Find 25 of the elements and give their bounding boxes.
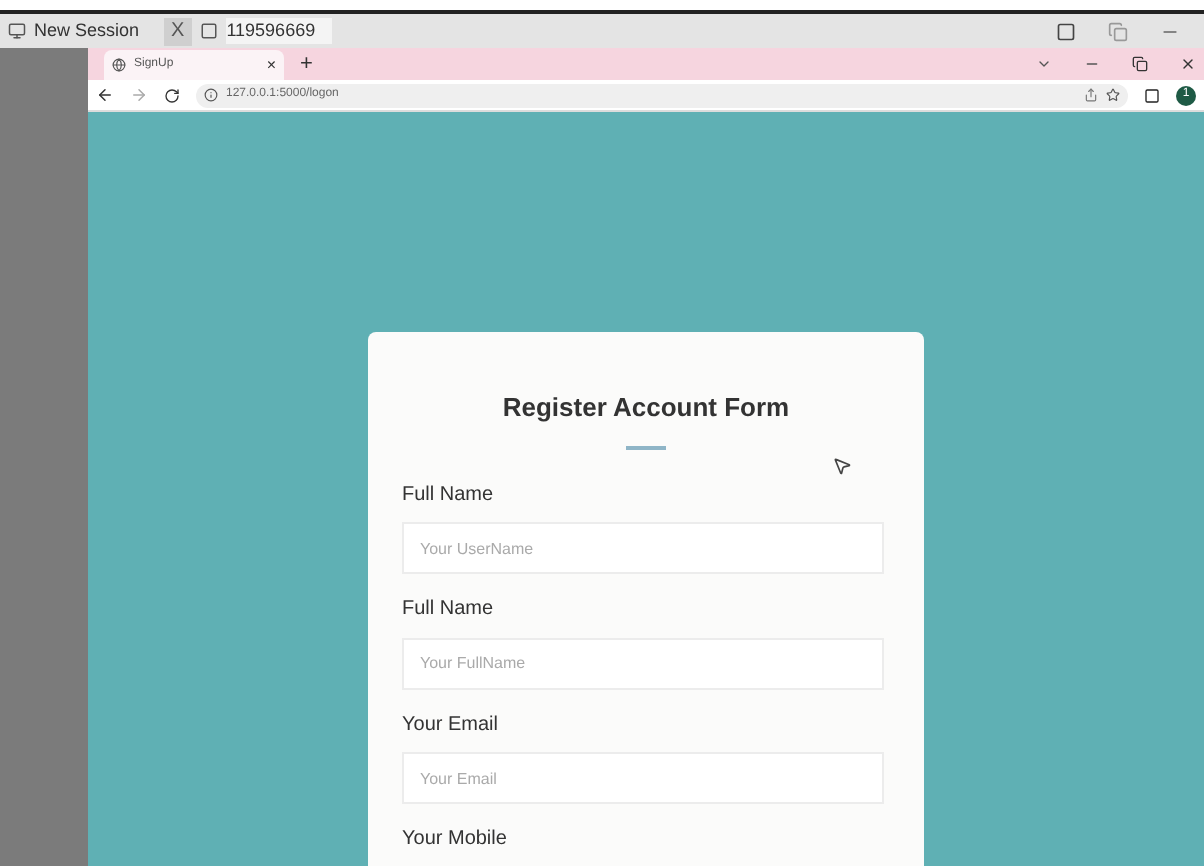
session-icon [8, 22, 26, 40]
tab-close-button[interactable]: × [266, 57, 276, 73]
field-label: Your Email [402, 711, 500, 739]
back-icon[interactable] [96, 86, 114, 104]
globe-icon [112, 58, 126, 72]
star-icon[interactable] [1106, 88, 1120, 102]
window-icon[interactable] [1056, 21, 1076, 41]
session-label: New Session [34, 17, 140, 44]
session-id: 119596669 [226, 17, 332, 45]
field-label: Full Name [402, 596, 496, 624]
field-label: Your Mobile [402, 826, 509, 854]
form-title: Register Account Form [500, 390, 792, 426]
close-icon[interactable] [1180, 56, 1196, 72]
input-field[interactable]: Your FullName [402, 637, 884, 689]
screen-icon [200, 22, 219, 40]
info-icon [204, 88, 218, 102]
share-icon[interactable] [1084, 88, 1098, 102]
restore-icon[interactable] [1132, 56, 1148, 72]
field-label: Full Name [402, 481, 496, 509]
input-field[interactable]: Your UserName [402, 522, 884, 574]
session-close-button[interactable]: X [163, 17, 193, 45]
new-tab-button[interactable]: + [300, 53, 313, 75]
cursor-icon [832, 456, 852, 476]
reload-icon[interactable] [164, 87, 180, 103]
input-field[interactable]: Your Email [402, 752, 884, 804]
